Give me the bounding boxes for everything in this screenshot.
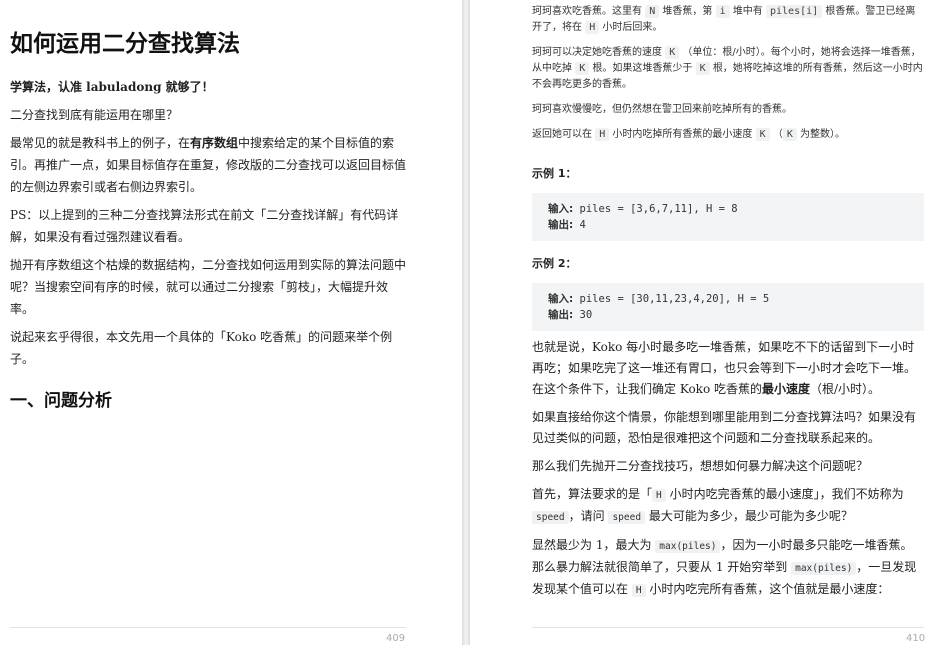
page-title: 如何运用二分查找算法 xyxy=(10,31,240,57)
right-page: 珂珂喜欢吃香蕉。这里有 N 堆香蕉，第 i 堆中有 piles[i] 根香蕉。警… xyxy=(470,0,932,645)
right-content: 珂珂喜欢吃香蕉。这里有 N 堆香蕉，第 i 堆中有 piles[i] 根香蕉。警… xyxy=(532,4,924,608)
paragraph-koko-intro: 说起来玄乎得很，本文先用一个具体的「Koko 吃香蕉」的问题来举个例子。 xyxy=(10,330,393,366)
example-1-box: 输入: piles = [3,6,7,11], H = 8 输出: 4 xyxy=(532,193,924,241)
book-gutter xyxy=(462,0,470,645)
paragraph-pruning: 抛开有序数组这个枯燥的数据结构，二分查找如何运用到实际的算法问题中呢？当搜索空间… xyxy=(10,258,407,316)
footer-divider xyxy=(10,627,406,628)
left-content: 如何运用二分查找算法 学算法，认准 labuladong 就够了！ 二分查找到底… xyxy=(10,26,410,411)
problem-statement-4: 返回她可以在 H 小时内吃掉所有香蕉的最小速度 K （K 为整数）。 xyxy=(532,128,846,141)
problem-statement-2: 珂珂可以决定她吃香蕉的速度 K （单位：根/小时）。每个小时，她将会选择一堆香蕉… xyxy=(532,46,923,90)
paragraph-brute-force-solution: 显然最少为 1，最大为 max(piles) ，因为一小时最多只能吃一堆香蕉。那么… xyxy=(532,538,917,597)
intro-tagline: 学算法，认准 labuladong 就够了！ xyxy=(10,80,214,94)
paragraph-binary-search-uses: 最常见的就是教科书上的例子，在有序数组中搜索给定的某个目标值的索引。再推广一点，… xyxy=(10,136,407,194)
example-2-label: 示例 2： xyxy=(532,257,577,270)
paragraph-ps-note: PS：以上提到的三种二分查找算法形式在前文「二分查找详解」有代码详解，如果没有看… xyxy=(10,208,399,244)
left-page: 如何运用二分查找算法 学算法，认准 labuladong 就够了！ 二分查找到底… xyxy=(0,0,462,645)
problem-statement-1: 珂珂喜欢吃香蕉。这里有 N 堆香蕉，第 i 堆中有 piles[i] 根香蕉。警… xyxy=(532,5,916,34)
example-1-label: 示例 1： xyxy=(532,167,577,180)
page-number: 410 xyxy=(906,633,926,644)
example-2-box: 输入: piles = [30,11,23,4,20], H = 5 输出: 3… xyxy=(532,283,924,331)
footer-divider xyxy=(532,627,924,628)
question-paragraph: 二分查找到底有能运用在哪里？ xyxy=(10,108,179,122)
paragraph-explanation: 也就是说，Koko 每小时最多吃一堆香蕉，如果吃不下的话留到下一小时再吃；如果吃… xyxy=(532,340,917,396)
section-heading: 一、问题分析 xyxy=(10,391,112,411)
paragraph-brute-force: 那么我们先抛开二分查找技巧，想想如何暴力解决这个问题呢？ xyxy=(532,459,869,473)
page-number: 409 xyxy=(386,633,406,644)
paragraph-binary-search-link: 如果直接给你这个情景，你能想到哪里能用到二分查找算法吗？如果没有见过类似的问题，… xyxy=(532,410,917,445)
problem-statement-3: 珂珂喜欢慢慢吃，但仍然想在警卫回来前吃掉所有的香蕉。 xyxy=(532,104,792,115)
paragraph-speed-range: 首先，算法要求的是「 H 小时内吃完香蕉的最小速度」，我们不妨称为 speed ，请… xyxy=(532,487,904,524)
